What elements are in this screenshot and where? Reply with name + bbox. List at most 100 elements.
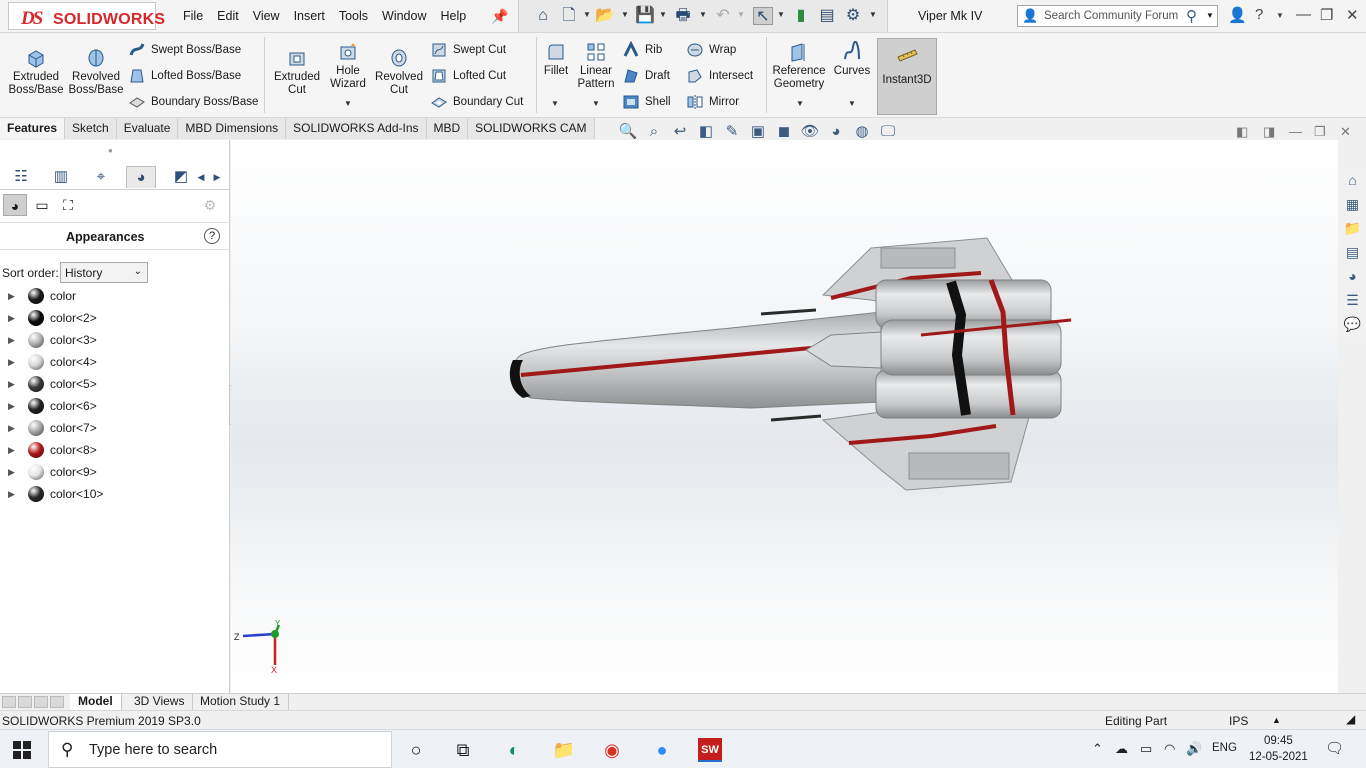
view-palette-icon[interactable]: ▤ [1342,244,1363,264]
select-dropdown-icon[interactable]: ▼ [777,10,785,19]
new-document-icon[interactable]: 🗋 [559,7,579,25]
intersect-button[interactable]: Intersect [686,66,753,86]
tab-solidworks-add-ins[interactable]: SOLIDWORKS Add-Ins [286,118,427,139]
solidworks-resources-icon[interactable]: ⌂ [1342,172,1363,192]
appearance-list-item[interactable]: ▶ color [0,285,230,307]
home-icon[interactable]: ⌂ [533,7,553,25]
pane-grip-icon[interactable]: ● [108,146,116,155]
wrap-button[interactable]: Wrap [686,40,736,60]
sort-order-select[interactable]: History ⌄ [60,262,148,283]
help-question-icon[interactable]: ? [1255,6,1263,23]
extruded-boss-button[interactable]: Extruded Boss/Base [6,47,66,97]
system-clock[interactable]: 09:45 12-05-2021 [1249,733,1308,765]
fillet-dropdown-icon[interactable]: ▼ [551,99,559,108]
cortana-icon[interactable]: ○ [404,738,428,762]
options-gear-icon[interactable]: ⚙ [843,7,863,25]
menu-view[interactable]: View [246,9,287,23]
edge-browser-icon[interactable]: ◐ [502,738,526,762]
expand-arrow-icon[interactable]: ▶ [0,357,28,368]
cam-manager-tab-icon[interactable]: ◩ [166,166,196,188]
new-dropdown-icon[interactable]: ▼ [583,10,591,19]
search-input[interactable]: Search Community Forum [1044,10,1178,22]
tab-scroll-controls[interactable] [2,696,66,709]
tab-model[interactable]: Model [70,694,122,710]
expand-arrow-icon[interactable]: ▶ [0,489,28,500]
unit-system-up-icon[interactable]: ▲ [1272,715,1281,725]
hide-show-items-icon[interactable]: 👁 [800,122,820,142]
file-properties-icon[interactable]: ▤ [817,7,837,25]
solidworks-forum-icon[interactable]: 💬 [1342,316,1363,336]
tile-left-icon[interactable]: ◧ [1236,124,1248,140]
expand-arrow-icon[interactable]: ▶ [0,401,28,412]
restore-icon[interactable]: ❐ [1320,6,1333,24]
task-view-icon[interactable]: ⧉ [451,738,475,762]
community-search[interactable]: 👤 Search Community Forum ⚲ ▼ [1017,5,1218,27]
open-dropdown-icon[interactable]: ▼ [621,10,629,19]
expand-arrow-icon[interactable]: ▶ [0,313,28,324]
search-icon[interactable]: ⚲ [1186,7,1197,25]
edit-appearance-icon[interactable]: ◕ [826,122,846,142]
menu-window[interactable]: Window [375,9,433,23]
appearance-list-item[interactable]: ▶ color<3> [0,329,230,351]
display-style-icon[interactable]: ◼ [774,122,794,142]
expand-arrow-icon[interactable]: ▶ [0,291,28,302]
expand-arrow-icon[interactable]: ▶ [0,379,28,390]
print-icon[interactable]: 🖶 [673,7,693,25]
appearance-list-item[interactable]: ▶ color<5> [0,373,230,395]
reference-geometry-dropdown-icon[interactable]: ▼ [796,99,804,108]
view-settings-icon[interactable]: 🖵 [878,122,898,142]
boundary-cut-button[interactable]: Boundary Cut [430,92,523,112]
zoom-to-fit-icon[interactable]: 🔍 [618,122,638,142]
minimize-icon[interactable]: — [1296,6,1311,23]
taskbar-search[interactable]: ⚲ Type here to search [48,731,392,768]
tab-motion-study[interactable]: Motion Study 1 [192,694,290,710]
apply-scene-icon[interactable]: ◍ [852,122,872,142]
input-language[interactable]: ENG [1212,742,1237,754]
tab-solidworks-cam[interactable]: SOLIDWORKS CAM [468,118,595,139]
viper-mk-iv-model[interactable]: Z X Y [231,140,1338,693]
configuration-manager-tab-icon[interactable]: ⌖ [86,166,116,188]
scroll-left-icon[interactable]: ◀ [194,166,208,188]
expand-arrow-icon[interactable]: ▶ [0,445,28,456]
linear-pattern-dropdown-icon[interactable]: ▼ [592,99,600,108]
graphics-area[interactable]: Z X Y [231,140,1338,693]
lofted-cut-button[interactable]: Lofted Cut [430,66,506,86]
hole-wizard-button[interactable]: Hole Wizard [326,41,370,91]
previous-view-icon[interactable]: ↩ [670,122,690,142]
lofted-boss-button[interactable]: Lofted Boss/Base [128,66,241,86]
undo-dropdown-icon[interactable]: ▼ [737,10,745,19]
display-manager-tab-icon[interactable]: ◕ [126,166,156,188]
draft-button[interactable]: Draft [622,66,670,86]
scene-lights-cameras-icon[interactable]: ⛶ [56,194,80,216]
user-account-icon[interactable]: 👤 [1228,6,1247,24]
doc-restore-icon[interactable]: ❐ [1314,124,1326,140]
unit-system[interactable]: IPS [1229,714,1248,728]
revolved-cut-button[interactable]: Revolved Cut [372,47,426,97]
boundary-boss-button[interactable]: Boundary Boss/Base [128,92,258,112]
expand-arrow-icon[interactable]: ▶ [0,467,28,478]
appearance-list-item[interactable]: ▶ color<4> [0,351,230,373]
save-dropdown-icon[interactable]: ▼ [659,10,667,19]
undo-icon[interactable]: ↶ [713,7,733,25]
wifi-icon[interactable]: ◠ [1164,741,1175,757]
tab-evaluate[interactable]: Evaluate [116,118,179,139]
decals-view-icon[interactable]: ▭ [30,194,54,216]
windows-start-icon[interactable] [12,740,32,760]
swept-cut-button[interactable]: Swept Cut [430,40,506,60]
reference-geometry-button[interactable]: Reference Geometry [770,41,828,91]
feature-manager-tab-icon[interactable]: ☷ [6,166,36,188]
appearance-list-item[interactable]: ▶ color<8> [0,439,230,461]
solidworks-logo[interactable]: DS SOLIDWORKS [8,2,165,30]
show-hidden-icons-icon[interactable]: ⌃ [1092,741,1103,757]
doc-minimize-icon[interactable]: — [1289,124,1302,139]
expand-arrow-icon[interactable]: ▶ [0,423,28,434]
pin-menu-icon[interactable]: 📌 [491,8,508,24]
appearance-list-item[interactable]: ▶ color<10> [0,483,230,505]
menu-help[interactable]: Help [434,9,474,23]
menu-file[interactable]: File [176,9,210,23]
options-dropdown-icon[interactable]: ▼ [869,10,877,19]
notifications-icon[interactable]: 🗨 [1325,739,1344,757]
hole-wizard-dropdown-icon[interactable]: ▼ [344,99,352,108]
resize-grip-icon[interactable]: ◢ [1346,712,1355,726]
property-manager-tab-icon[interactable]: ▥ [46,166,76,188]
